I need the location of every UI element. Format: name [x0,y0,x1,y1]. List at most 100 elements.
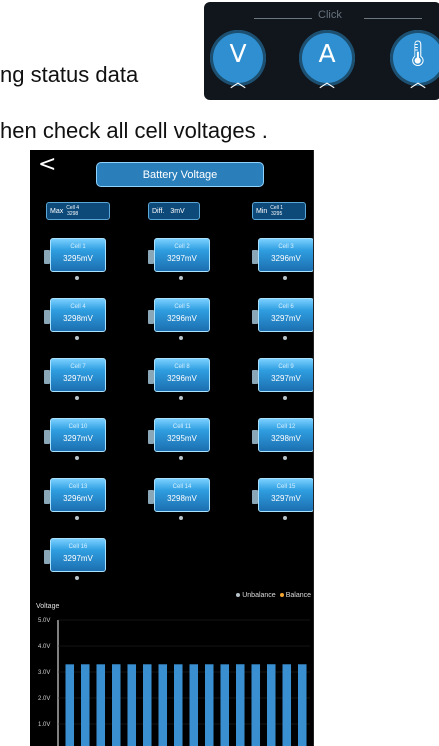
cell-battery: Cell 12 3298mV [252,416,313,460]
cell-voltage: 3296mV [271,254,301,263]
diff-voltage-badge: Diff. 3mV [148,202,200,220]
balance-status-dot [179,396,183,400]
balance-status-dot [179,516,183,520]
voltage-bar-cell-9 [189,664,199,746]
voltage-bar-cell-8 [173,664,183,746]
cell-voltage: 3297mV [271,494,301,503]
cell-battery: Cell 5 3296mV [148,296,214,340]
cell-battery: Cell 6 3297mV [252,296,313,340]
back-button[interactable]: < [38,152,56,177]
legend-unbalance: Unbalance [236,592,276,599]
battery-body: Cell 16 3297mV [50,538,106,572]
chart-ylabel: Voltage [36,603,60,610]
legend-balance: Balance [279,592,311,599]
chevron-up-icon: ︿ [409,72,426,91]
balance-status-dot [75,336,79,340]
cell-name: Cell 1 [70,244,86,250]
voltage-bar-chart: 5.0V 4.0V 3.0V 2.0V 1.0V [38,618,310,746]
battery-body: Cell 15 3297mV [258,478,313,512]
cell-voltage: 3297mV [63,374,93,383]
y-tick-label: 2.0V [38,696,50,702]
balance-status-dot [179,276,183,280]
voltage-bar-cell-12 [235,664,245,746]
legend-unbalance-label: Unbalance [242,592,276,599]
cell-battery: Cell 11 3295mV [148,416,214,460]
cell-name: Cell 4 [70,304,86,310]
voltage-bar-cell-6 [142,664,152,746]
min-cell-value: 3295 [271,211,283,217]
page-title: Battery Voltage [96,162,264,187]
cell-battery: Cell 15 3297mV [252,476,313,520]
balance-status-dot [75,396,79,400]
balance-status-dot [283,456,287,460]
chevron-up-icon: ︿ [318,72,335,91]
max-cell-value: 3298 [67,211,79,217]
battery-body: Cell 9 3297mV [258,358,313,392]
cell-voltage: 3295mV [63,254,93,263]
voltage-button[interactable]: V ︿ [210,30,266,91]
balance-status-dot [75,276,79,280]
max-label: Max [50,207,64,215]
battery-body: Cell 7 3297mV [50,358,106,392]
balance-status-dot [283,396,287,400]
cell-name: Cell 14 [172,484,192,490]
cell-battery: Cell 8 3296mV [148,356,214,400]
cell-name: Cell 7 [70,364,86,370]
voltage-bar-cell-1 [65,664,75,746]
cell-battery: Cell 9 3297mV [252,356,313,400]
instruction-text-line-1: ng status data [0,62,139,87]
cell-battery: Cell 2 3297mV [148,236,214,280]
cell-battery: Cell 14 3298mV [148,476,214,520]
min-label: Min [256,207,268,215]
balance-dot [279,593,284,597]
icon-strip-screenshot: Click V ︿ A ︿ 🌡 ︿ [204,2,439,100]
click-bracket-left [254,18,312,19]
cell-voltage: 3295mV [167,434,197,443]
battery-body: Cell 4 3298mV [50,298,106,332]
voltage-bar-cell-14 [266,664,276,746]
battery-body: Cell 3 3296mV [258,238,313,272]
current-button[interactable]: A ︿ [299,30,355,91]
click-bracket-right [364,18,422,19]
cell-battery: Cell 3 3296mV [252,236,313,280]
min-voltage-badge: Min Cell 1 3295 [252,202,306,220]
balance-status-dot [283,276,287,280]
diff-value: 3mV [170,207,185,215]
cell-name: Cell 15 [276,484,296,490]
battery-body: Cell 5 3296mV [154,298,210,332]
cell-voltage: 3297mV [271,314,301,323]
battery-body: Cell 12 3298mV [258,418,313,452]
cell-name: Cell 10 [68,424,88,430]
balance-status-dot [179,456,183,460]
chevron-up-icon: ︿ [229,72,246,91]
cell-battery: Cell 7 3297mV [44,356,110,400]
voltage-bar-cell-10 [204,664,214,746]
cell-voltage: 3298mV [271,434,301,443]
cell-voltage: 3296mV [167,374,197,383]
diff-label: Diff. [152,207,165,215]
click-label: Click [318,9,342,21]
cell-voltage: 3297mV [63,554,93,563]
cell-name: Cell 6 [278,304,294,310]
voltage-bar-cell-5 [127,664,137,746]
temperature-button[interactable]: 🌡 ︿ [390,30,439,91]
cell-battery: Cell 4 3298mV [44,296,110,340]
battery-body: Cell 1 3295mV [50,238,106,272]
cell-name: Cell 2 [174,244,190,250]
instruction-text-line-2: hen check all cell voltages . [0,118,268,143]
max-voltage-badge: Max Cell 4 3298 [46,202,110,220]
cell-voltage: 3298mV [167,494,197,503]
balance-status-dot [75,516,79,520]
voltage-bar-cell-15 [282,664,292,746]
voltage-bar-cell-2 [80,664,90,746]
balance-status-dot [75,576,79,580]
cell-voltage: 3298mV [63,314,93,323]
cell-battery: Cell 16 3297mV [44,536,110,580]
phone-screen: < Battery Voltage Max Cell 4 3298 Diff. … [30,150,314,746]
voltage-icon: V [229,39,247,68]
cell-name: Cell 8 [174,364,190,370]
voltage-bar-cell-3 [96,664,106,746]
cell-voltage: 3297mV [271,374,301,383]
y-tick-label: 1.0V [38,722,50,728]
current-icon: A [318,39,336,68]
